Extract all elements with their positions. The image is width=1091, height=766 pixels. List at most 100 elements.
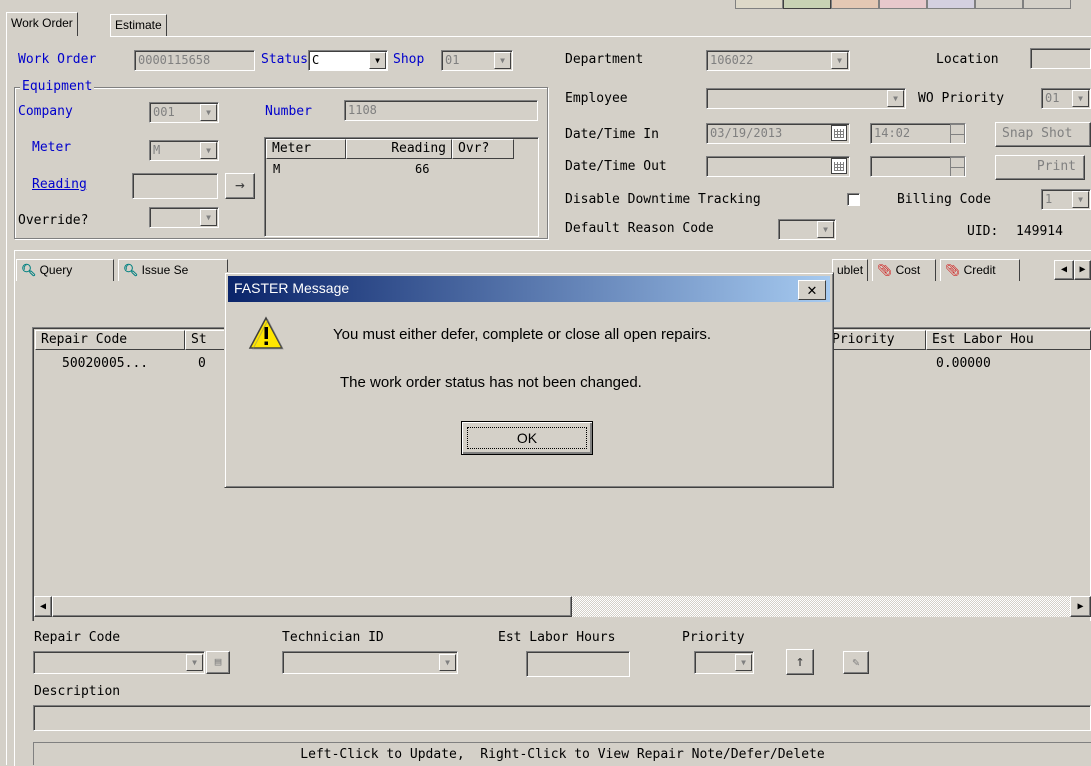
repair-code-lookup-button[interactable]: ▤ xyxy=(206,651,230,674)
description-field[interactable] xyxy=(33,705,1091,731)
billing-code-select[interactable]: 1 ▼ xyxy=(1041,189,1091,210)
dialog-message-1: You must either defer, complete or close… xyxy=(333,326,711,343)
chevron-down-icon[interactable]: ▼ xyxy=(369,52,386,69)
tab-cost[interactable]: 📎︎ Cost xyxy=(872,259,936,281)
meter-select[interactable]: M ▼ xyxy=(149,140,219,161)
work-order-field[interactable]: 0000115658 xyxy=(134,50,255,71)
shop-label: Shop xyxy=(393,52,425,67)
chevron-down-icon[interactable]: ▼ xyxy=(494,52,511,69)
tab-sublet[interactable]: ublet xyxy=(832,259,868,281)
tab-cost-label: Cost xyxy=(895,263,921,277)
est-labor-col-header[interactable]: Est Labor Hou xyxy=(926,330,1091,350)
chevron-down-icon[interactable]: ▼ xyxy=(200,104,217,121)
priority-select[interactable]: ▼ xyxy=(694,651,754,674)
ok-button[interactable]: OK xyxy=(461,421,593,455)
chevron-down-icon[interactable]: ▼ xyxy=(1072,191,1089,208)
company-select[interactable]: 001 ▼ xyxy=(149,102,219,123)
toolbar-button[interactable] xyxy=(735,0,783,9)
time-in-field[interactable]: 14:02 xyxy=(870,123,966,144)
reading-cell: 66 xyxy=(415,162,430,176)
chevron-down-icon[interactable]: ▼ xyxy=(200,209,217,226)
dialog-title-bar[interactable]: FASTER Message ✕ xyxy=(228,276,830,302)
toolbar-button[interactable] xyxy=(831,0,879,9)
date-in-value: 03/19/2013 xyxy=(710,126,783,140)
snapshot-button[interactable]: Snap Shot xyxy=(995,122,1091,147)
tab-query[interactable]: 🔍︎ Query xyxy=(16,259,114,281)
close-icon[interactable]: ✕ xyxy=(798,280,826,300)
tab-credit-label: Credit xyxy=(963,263,996,277)
toolbar-button[interactable] xyxy=(879,0,927,9)
location-field[interactable] xyxy=(1030,48,1091,69)
tab-scroll-left-button[interactable]: ◀ xyxy=(1054,260,1074,280)
description-label: Description xyxy=(34,684,121,699)
toolbar-button[interactable] xyxy=(927,0,975,9)
magnifier-icon: 🔍︎ xyxy=(21,263,37,277)
reading-col-header[interactable]: Reading xyxy=(346,139,452,159)
equipment-group-label: Equipment xyxy=(20,79,95,94)
toolbar-button[interactable] xyxy=(1023,0,1071,9)
chevron-down-icon[interactable]: ▼ xyxy=(817,221,834,238)
status-select[interactable]: C ▼ xyxy=(308,50,388,71)
repair-code-select[interactable]: ▼ xyxy=(33,651,205,674)
default-reason-select[interactable]: ▼ xyxy=(778,219,836,240)
ok-button-label: OK xyxy=(467,427,587,449)
status-col-header[interactable]: St xyxy=(185,330,225,350)
tab-estimate[interactable]: Estimate xyxy=(110,14,167,36)
status-cell: 0 xyxy=(198,356,206,371)
ovr-col-header[interactable]: Ovr? xyxy=(452,139,514,159)
scroll-right-button[interactable]: ▶ xyxy=(1070,596,1091,617)
number-label: Number xyxy=(265,104,312,119)
scroll-left-button[interactable]: ◀ xyxy=(34,596,52,617)
spinner-icon[interactable] xyxy=(950,124,965,143)
horizontal-scrollbar[interactable]: ◀ ▶ xyxy=(34,596,1091,617)
technician-select[interactable]: ▼ xyxy=(282,651,458,674)
department-value: 106022 xyxy=(710,53,754,67)
tab-issue-service[interactable]: 🔍︎ Issue Se xyxy=(118,259,228,281)
company-value: 001 xyxy=(153,105,175,119)
chevron-down-icon[interactable]: ▼ xyxy=(200,142,217,159)
tab-scroll-right-button[interactable]: ▶ xyxy=(1074,260,1091,280)
time-out-field[interactable] xyxy=(870,156,966,177)
status-value: C xyxy=(312,53,320,67)
apply-reading-button[interactable]: → xyxy=(225,173,255,199)
toolbar-button[interactable] xyxy=(783,0,831,9)
chevron-down-icon[interactable]: ▼ xyxy=(831,52,848,69)
number-field[interactable]: 1108 xyxy=(344,100,538,121)
disable-downtime-checkbox[interactable] xyxy=(847,193,860,206)
company-label: Company xyxy=(18,104,73,119)
employee-select[interactable]: ▼ xyxy=(706,88,906,109)
spinner-icon[interactable] xyxy=(950,157,965,176)
wo-priority-select[interactable]: 01 ▼ xyxy=(1041,88,1091,109)
repair-code-col-header[interactable]: Repair Code xyxy=(35,330,185,350)
chevron-down-icon[interactable]: ▼ xyxy=(735,654,752,671)
tab-work-order[interactable]: Work Order xyxy=(6,12,78,36)
note-icon[interactable]: ✎ xyxy=(843,651,869,674)
reading-label: Reading xyxy=(32,177,87,192)
meter-col-header[interactable]: Meter xyxy=(266,139,346,159)
calendar-icon[interactable] xyxy=(831,158,847,174)
print-button[interactable]: Print xyxy=(995,155,1085,180)
status-label: Status xyxy=(261,52,308,67)
calendar-icon[interactable] xyxy=(831,125,847,141)
time-in-value: 14:02 xyxy=(874,126,911,140)
priority-col-header[interactable]: Priority xyxy=(826,330,926,350)
dialog-message-2: The work order status has not been chang… xyxy=(340,374,642,391)
department-select[interactable]: 106022 ▼ xyxy=(706,50,850,71)
chevron-down-icon[interactable]: ▼ xyxy=(1072,90,1089,107)
chevron-down-icon[interactable]: ▼ xyxy=(439,654,456,671)
override-select[interactable]: ▼ xyxy=(149,207,219,228)
reading-field[interactable] xyxy=(132,173,218,199)
toolbar-button[interactable] xyxy=(975,0,1023,9)
est-labor-field[interactable] xyxy=(526,651,630,677)
tab-credit[interactable]: 📎︎ Credit xyxy=(940,259,1020,281)
date-out-field[interactable] xyxy=(706,156,850,177)
shop-select[interactable]: 01 ▼ xyxy=(441,50,513,71)
scroll-thumb[interactable] xyxy=(52,596,572,617)
date-in-field[interactable]: 03/19/2013 xyxy=(706,123,850,144)
billing-code-value: 1 xyxy=(1045,192,1053,206)
chevron-down-icon[interactable]: ▼ xyxy=(186,654,203,671)
chevron-down-icon[interactable]: ▼ xyxy=(887,90,904,107)
default-reason-label: Default Reason Code xyxy=(565,221,714,236)
meter-cell: M xyxy=(273,162,281,176)
move-up-button[interactable]: ↑ xyxy=(786,649,814,675)
